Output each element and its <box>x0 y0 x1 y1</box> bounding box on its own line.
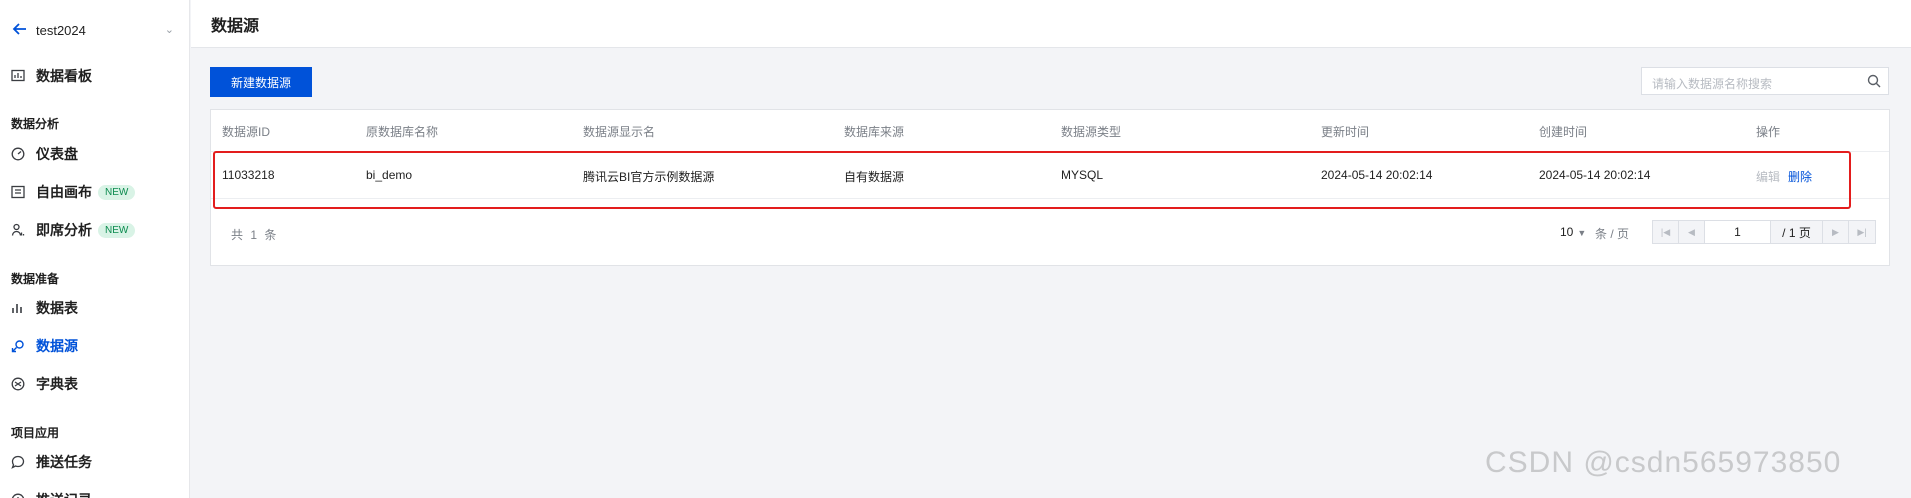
column-header: 数据源类型 <box>1061 125 1122 139</box>
cell-display-name: 腾讯云BI官方示例数据源 <box>583 170 715 184</box>
dashboard-icon <box>10 68 26 84</box>
page-size-value: 10 <box>1560 225 1574 239</box>
dictionary-icon <box>10 376 26 392</box>
caret-down-icon: ▼ <box>1577 228 1587 238</box>
cell-db-name: bi_demo <box>366 168 413 182</box>
sidebar-item-datasource[interactable]: 数据源 <box>10 332 180 360</box>
next-page-icon[interactable]: ▶ <box>1823 221 1849 243</box>
clock-icon <box>10 492 26 498</box>
search-icon[interactable] <box>1867 74 1881 88</box>
page-header: 数据源 <box>191 0 1911 48</box>
last-page-icon[interactable]: ▶| <box>1849 221 1875 243</box>
group-title-application: 项目应用 <box>11 426 60 440</box>
new-datasource-button[interactable]: 新建数据源 <box>210 67 312 97</box>
sidebar-item-datatable[interactable]: 数据表 <box>10 294 180 322</box>
cell-id: 11033218 <box>222 168 275 182</box>
column-header: 数据库来源 <box>844 125 905 139</box>
page-title: 数据源 <box>211 18 260 35</box>
sidebar-item-dashboard[interactable]: 数据看板 <box>10 62 180 90</box>
page-number-input[interactable]: 1 <box>1705 221 1771 243</box>
sidebar-item-dictionary[interactable]: 字典表 <box>10 370 180 398</box>
new-badge: NEW <box>98 184 136 200</box>
table-row: 11033218 bi_demo 腾讯云BI官方示例数据源 自有数据源 MYSQ… <box>211 152 1889 199</box>
edit-link[interactable]: 编辑 <box>1756 168 1780 185</box>
total-pages: / 1 页 <box>1771 221 1823 243</box>
sidebar-item-label: 推送记录 <box>36 490 92 498</box>
sidebar-item-label: 即席分析 <box>36 222 92 238</box>
per-page-label: 条 / 页 <box>1595 227 1630 241</box>
column-header: 创建时间 <box>1539 125 1588 139</box>
sidebar-item-push-task[interactable]: 推送任务 <box>10 448 180 476</box>
sidebar-item-label: 数据看板 <box>36 68 92 84</box>
watermark: CSDN @csdn565973850 <box>1485 446 1842 479</box>
search-input[interactable]: 请输入数据源名称搜索 <box>1641 67 1889 95</box>
canvas-icon <box>10 184 26 200</box>
column-header: 原数据库名称 <box>366 125 439 139</box>
first-page-icon[interactable]: |◀ <box>1653 221 1679 243</box>
table-header: 数据源ID 原数据库名称 数据源显示名 数据库来源 数据源类型 更新时间 创建时… <box>211 110 1889 152</box>
sidebar-item-label: 字典表 <box>36 376 78 392</box>
chat-bubble-icon <box>10 454 26 470</box>
sidebar-item-canvas[interactable]: 自由画布 NEW <box>10 178 180 206</box>
sidebar-item-label: 数据源 <box>36 338 78 354</box>
bar-chart-icon <box>10 300 26 316</box>
sidebar-item-gauge[interactable]: 仪表盘 <box>10 140 180 168</box>
total-count: 共 1 条 <box>231 228 279 242</box>
cell-created: 2024-05-14 20:02:14 <box>1539 168 1651 182</box>
back-arrow-icon[interactable] <box>12 21 30 39</box>
sidebar: test2024 ⌄ 数据看板 数据分析 仪表盘 自由画布 NEW 即席分析 N… <box>0 0 190 498</box>
sidebar-item-label: 仪表盘 <box>36 146 78 162</box>
delete-link[interactable]: 删除 <box>1788 168 1812 185</box>
column-header: 数据源显示名 <box>583 125 656 139</box>
new-badge: NEW <box>98 222 136 238</box>
gauge-icon <box>10 146 26 162</box>
prev-page-icon[interactable]: ◀ <box>1679 221 1705 243</box>
cell-type: MYSQL <box>1061 168 1104 182</box>
search-placeholder: 请输入数据源名称搜索 <box>1652 77 1773 91</box>
sidebar-item-push-record[interactable]: 推送记录 <box>10 486 180 498</box>
group-title-preparation: 数据准备 <box>11 272 60 286</box>
pager: |◀ ◀ 1 / 1 页 ▶ ▶| <box>1652 220 1876 244</box>
sidebar-item-label: 数据表 <box>36 300 78 316</box>
column-header: 数据源ID <box>222 125 271 139</box>
chevron-down-icon[interactable]: ⌄ <box>165 23 174 36</box>
sidebar-item-adhoc-analysis[interactable]: 即席分析 NEW <box>10 216 180 244</box>
page-size-select[interactable]: 10 ▼ <box>1560 225 1586 239</box>
datasource-table: 数据源ID 原数据库名称 数据源显示名 数据库来源 数据源类型 更新时间 创建时… <box>210 109 1890 266</box>
cell-source: 自有数据源 <box>844 170 905 184</box>
column-header: 操作 <box>1756 125 1781 139</box>
column-header: 更新时间 <box>1321 125 1370 139</box>
sidebar-item-label: 自由画布 <box>36 184 92 200</box>
project-name: test2024 <box>36 22 86 38</box>
project-switcher[interactable]: test2024 ⌄ <box>12 18 180 42</box>
cell-updated: 2024-05-14 20:02:14 <box>1321 168 1433 182</box>
datasource-icon <box>10 338 26 354</box>
analysis-icon <box>10 222 26 238</box>
group-title-analysis: 数据分析 <box>11 117 60 131</box>
sidebar-item-label: 推送任务 <box>36 454 92 470</box>
